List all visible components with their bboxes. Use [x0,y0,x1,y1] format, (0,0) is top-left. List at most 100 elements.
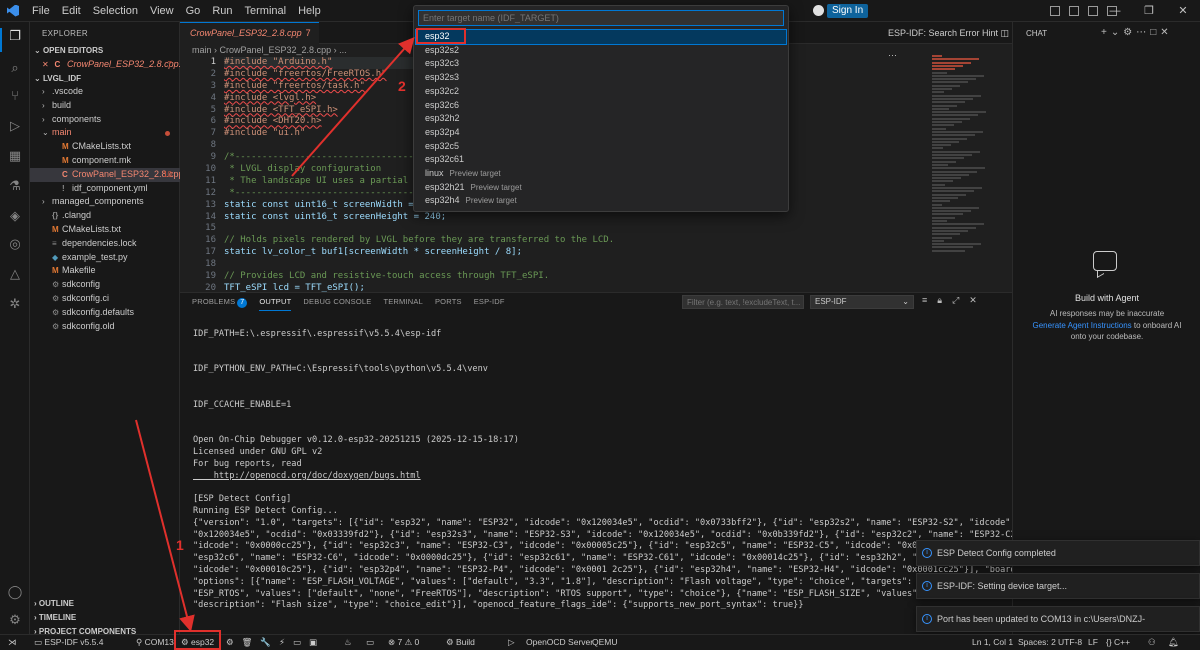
target-option-linux[interactable]: linux Preview target [416,167,786,181]
indentation[interactable]: Spaces: 2 [1018,635,1056,650]
folder-item[interactable]: › build [30,99,180,113]
esp-idf-version[interactable]: ▭ ESP-IDF v5.5.4 [34,635,103,650]
gear-icon[interactable]: ⚙ [1123,27,1136,38]
close-icon[interactable]: ✕ [1160,27,1172,38]
more-actions-icon[interactable]: ⋯ [1136,27,1150,38]
maximize-panel-icon[interactable]: ⤢ [952,295,959,306]
problems-status[interactable]: ⊗ 7 ⚠ 0 [388,635,419,650]
menu-selection[interactable]: Selection [87,0,144,22]
close-icon[interactable]: ✕ [1166,0,1200,22]
toggle-sidebar-icon[interactable] [1050,6,1060,16]
file-item[interactable]: M Makefile [30,264,180,278]
tab-esp-idf[interactable]: ESP-IDF [474,293,505,311]
target-option-esp32h2[interactable]: esp32h2 [416,112,786,126]
clear-output-icon[interactable]: ≡ [922,295,927,306]
menu-file[interactable]: File [26,0,56,22]
close-panel-icon[interactable]: ✕ [969,295,977,306]
file-item[interactable]: ◆ example_test.py [30,251,180,265]
target-option-esp32p4[interactable]: esp32p4 [416,126,786,140]
target-option-esp32[interactable]: esp32 [415,29,787,45]
folder-item[interactable]: › components [30,113,180,127]
file-item[interactable]: ⚙ sdkconfig [30,278,180,292]
more-actions-icon[interactable]: ··· [888,50,897,60]
split-editor-icon[interactable]: ◫ [1001,28,1010,38]
bug-icon[interactable]: ✲ [7,296,23,312]
folder-item[interactable]: › managed_components [30,195,180,209]
build-button[interactable]: ⚙ Build [446,635,475,650]
menu-help[interactable]: Help [292,0,327,22]
flame-icon[interactable]: ♨ [344,635,352,650]
end-of-line[interactable]: LF [1088,635,1098,650]
minimap[interactable] [932,55,992,255]
notification-port-updated[interactable]: i Port has been updated to COM13 in c:\Us… [916,606,1200,648]
output-channel-select[interactable]: ESP-IDF ⌄ [810,295,914,309]
notifications-bell-icon[interactable]: 🔔︎ [1168,635,1179,650]
serial-port-select[interactable]: ⚲ COM13 [136,635,174,650]
terminal-icon[interactable]: ▭ [366,635,374,650]
file-item[interactable]: Mcomponent.mk [30,154,180,168]
menu-go[interactable]: Go [180,0,207,22]
chevron-down-icon[interactable]: ⌄ [1111,27,1123,38]
sign-in-button[interactable]: Sign In [827,4,869,18]
source-control-icon[interactable]: ⑂ [7,88,23,104]
menu-view[interactable]: View [144,0,180,22]
file-item[interactable]: M CMakeLists.txt [30,223,180,237]
open-editors-header[interactable]: ⌄ OPEN EDITORS [34,46,103,55]
file-item[interactable]: ≡ dependencies.lock [30,237,180,251]
python-icon[interactable]: ◈ [7,208,23,224]
explorer-icon[interactable]: ❐ [7,28,23,44]
testing-icon[interactable]: ⚗ [7,178,23,194]
openocd-server-button[interactable]: OpenOCD Server [526,635,593,650]
folder-main[interactable]: ⌄ main [30,126,180,140]
account-icon[interactable]: ◯ [7,584,23,600]
target-option-esp32c3[interactable]: esp32c3 [416,57,786,71]
target-name-input[interactable] [418,10,784,26]
extensions-icon[interactable]: ▦ [7,148,23,164]
bug-report-link[interactable]: http://openocd.org/doc/doxygen/bugs.html [193,471,1042,483]
menu-edit[interactable]: Edit [56,0,87,22]
tab-debug-console[interactable]: DEBUG CONSOLE [303,293,371,311]
settings-gear-icon[interactable]: ⚙ [7,612,23,628]
file-item[interactable]: ⚙ sdkconfig.old [30,320,180,334]
breadcrumb[interactable]: main › CrowPanel_ESP32_2.8.cpp › ... [192,45,347,55]
outline-section[interactable]: › OUTLINE [34,599,74,608]
target-option-esp32c61[interactable]: esp32c61 [416,153,786,167]
remote-indicator-icon[interactable]: ⋊ [8,635,17,650]
file-item[interactable]: ⚙ sdkconfig.ci [30,292,180,306]
generate-instructions-link[interactable]: Generate Agent Instructions [1033,321,1132,330]
folder-item[interactable]: › .vscode [30,85,180,99]
output-filter-input[interactable] [682,295,804,309]
open-editor-item[interactable]: ✕ C CrowPanel_ESP32_2.8.cpp... 7 [30,58,186,72]
target-option-esp32c6[interactable]: esp32c6 [416,99,786,113]
maximize-icon[interactable]: □ [1150,27,1160,38]
file-item[interactable]: ! idf_component.yml [30,182,180,196]
new-chat-icon[interactable]: + [1101,27,1111,38]
timeline-section[interactable]: › TIMELINE [34,613,76,622]
tab-terminal[interactable]: TERMINAL [383,293,423,311]
run-debug-icon[interactable]: ▷ [7,118,23,134]
tab-ports[interactable]: PORTS [435,293,462,311]
search-icon[interactable]: ⌕ [7,60,23,76]
file-item[interactable]: {} .clangd [30,209,180,223]
debug-icon[interactable]: ▷ [508,635,515,650]
lock-scroll-icon[interactable]: 🔒︎ [937,295,942,306]
language-mode[interactable]: {} C++ [1106,635,1130,650]
toggle-panel-icon[interactable] [1069,6,1079,16]
copilot-icon[interactable] [813,5,824,16]
target-option-esp32h4[interactable]: esp32h4 Preview target [416,194,786,208]
cursor-position[interactable]: Ln 1, Col 1 [972,635,1013,650]
notification-detect-config[interactable]: i ESP Detect Config completed [916,540,1200,566]
idf-action-icons[interactable]: ⚙🗑︎🔧⚡▭▣ [226,635,325,650]
target-option-esp32c2[interactable]: esp32c2 [416,85,786,99]
qemu-button[interactable]: QEMU [592,635,618,650]
remote-icon[interactable]: ◎ [7,236,23,252]
encoding[interactable]: UTF-8 [1058,635,1082,650]
tab-problems[interactable]: PROBLEMS 7 [192,293,248,311]
target-option-esp32c5[interactable]: esp32c5 [416,140,786,154]
target-option-esp32s2[interactable]: esp32s2 [416,44,786,58]
maximize-icon[interactable]: ❐ [1132,0,1166,22]
minimize-icon[interactable]: — [1098,0,1132,22]
workspace-root[interactable]: ⌄ LVGL_IDF [34,74,81,83]
copilot-status-icon[interactable]: ⚇ [1148,635,1156,650]
menu-terminal[interactable]: Terminal [239,0,293,22]
